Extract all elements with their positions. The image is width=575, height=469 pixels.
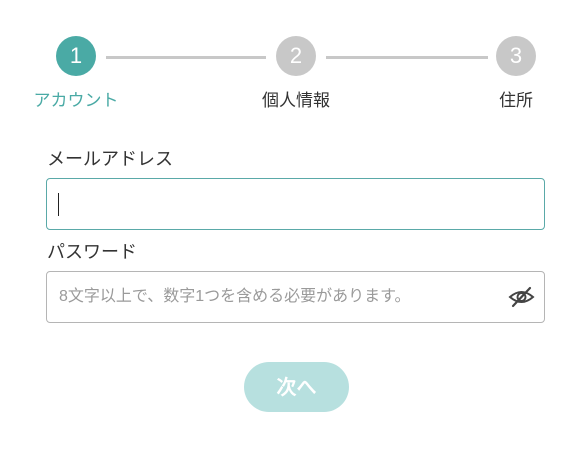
step-3-label: 住所 [499,91,533,110]
password-field-container [46,271,545,323]
email-field[interactable] [47,179,487,229]
email-field-container [46,178,545,230]
password-label: パスワード [47,242,137,262]
step-connector-2-3 [326,56,488,59]
step-1-indicator: 1 [56,36,96,76]
step-3-indicator: 3 [496,36,536,76]
step-connector-1-2 [106,56,266,59]
step-2-label: 個人情報 [262,91,330,110]
progress-stepper: 1 2 3 アカウント 個人情報 住所 [0,0,575,120]
email-label: メールアドレス [47,149,173,169]
text-cursor [58,193,59,216]
step-2-indicator: 2 [276,36,316,76]
step-1-label: アカウント [33,91,119,110]
next-button[interactable]: 次へ [244,362,349,412]
eye-off-icon[interactable] [508,286,535,308]
password-field[interactable] [47,272,487,322]
